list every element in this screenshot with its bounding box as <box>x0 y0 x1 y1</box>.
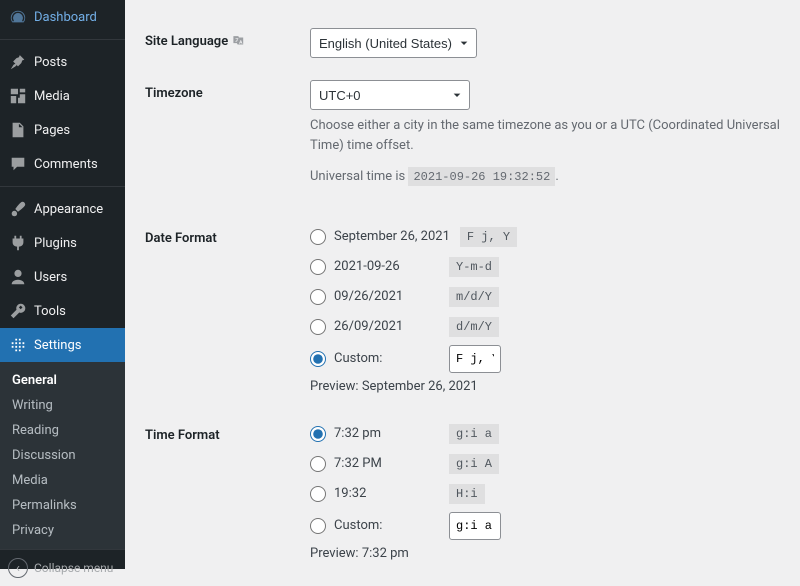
label-site-language: Site Language <box>145 28 310 58</box>
universal-time-value: 2021-09-26 19:32:52 <box>408 167 555 186</box>
universal-time-line: Universal time is 2021-09-26 19:32:52. <box>310 167 780 187</box>
date-option-display: 2021-09-26 <box>334 259 439 274</box>
row-date-format: Date Format September 26, 2021 F j, Y 20… <box>145 225 780 400</box>
date-option-row: 09/26/2021 m/d/Y <box>310 285 780 309</box>
row-site-language: Site Language English (United States) <box>145 28 780 58</box>
date-option-radio[interactable] <box>310 229 326 245</box>
date-option-display: 26/09/2021 <box>334 319 439 334</box>
submenu-item-privacy[interactable]: Privacy <box>0 518 125 543</box>
sidebar-label: Dashboard <box>34 10 117 25</box>
sidebar-label: Posts <box>34 55 117 70</box>
sidebar-item-plugins[interactable]: Plugins <box>0 226 125 260</box>
date-option-radio[interactable] <box>310 319 326 335</box>
date-option-row: 2021-09-26 Y-m-d <box>310 255 780 279</box>
time-custom-input[interactable] <box>449 512 501 540</box>
users-icon <box>8 267 28 287</box>
date-preview: Preview: September 26, 2021 <box>310 379 780 394</box>
time-option-row: 7:32 PM g:i A <box>310 452 780 476</box>
brush-icon <box>8 199 28 219</box>
comments-icon <box>8 154 28 174</box>
time-option-radio[interactable] <box>310 426 326 442</box>
date-option-code: Y-m-d <box>449 257 499 277</box>
date-option-display: September 26, 2021 <box>334 229 450 244</box>
page-icon <box>8 120 28 140</box>
sidebar-item-appearance[interactable]: Appearance <box>0 192 125 226</box>
sidebar-label: Media <box>34 89 117 104</box>
label-date-format: Date Format <box>145 225 310 400</box>
sidebar-item-tools[interactable]: Tools <box>0 294 125 328</box>
time-option-radio[interactable] <box>310 486 326 502</box>
timezone-description: Choose either a city in the same timezon… <box>310 116 780 155</box>
settings-content: Site Language English (United States) Ti… <box>125 0 800 569</box>
time-custom-label: Custom: <box>334 518 439 533</box>
time-option-display: 7:32 pm <box>334 426 439 441</box>
row-timezone: Timezone UTC+0 Choose either a city in t… <box>145 80 780 199</box>
collapse-label: Collapse menu <box>34 561 113 575</box>
sidebar-item-media[interactable]: Media <box>0 79 125 113</box>
timezone-select[interactable]: UTC+0 <box>310 80 470 110</box>
date-option-display: 09/26/2021 <box>334 289 439 304</box>
label-timezone: Timezone <box>145 80 310 199</box>
time-option-code: H:i <box>449 484 485 504</box>
date-custom-input[interactable] <box>449 345 501 373</box>
date-option-code: F j, Y <box>460 227 517 247</box>
sidebar-label: Comments <box>34 157 117 172</box>
sidebar-item-dashboard[interactable]: Dashboard <box>0 0 125 34</box>
time-option-row: 19:32 H:i <box>310 482 780 506</box>
time-option-row: 7:32 pm g:i a <box>310 422 780 446</box>
menu-separator <box>0 186 125 187</box>
submenu-item-general[interactable]: General <box>0 368 125 393</box>
time-option-display: 19:32 <box>334 486 439 501</box>
date-option-code: m/d/Y <box>449 287 499 307</box>
sidebar-label: Appearance <box>34 202 117 217</box>
sidebar-label: Plugins <box>34 236 117 251</box>
plugin-icon <box>8 233 28 253</box>
date-option-radio[interactable] <box>310 289 326 305</box>
sidebar-label: Tools <box>34 304 117 319</box>
time-preview: Preview: 7:32 pm <box>310 546 780 561</box>
dashboard-icon <box>8 7 28 27</box>
submenu-item-reading[interactable]: Reading <box>0 418 125 443</box>
row-time-format: Time Format 7:32 pm g:i a 7:32 PM g:i A … <box>145 422 780 570</box>
pin-icon <box>8 52 28 72</box>
date-option-code: d/m/Y <box>449 317 499 337</box>
sidebar-label: Settings <box>34 338 117 353</box>
time-custom-radio[interactable] <box>310 518 326 534</box>
translate-icon <box>232 34 246 52</box>
menu-separator <box>0 39 125 40</box>
date-custom-radio[interactable] <box>310 351 326 367</box>
label-time-format: Time Format <box>145 422 310 570</box>
sidebar-item-users[interactable]: Users <box>0 260 125 294</box>
settings-icon <box>8 335 28 355</box>
sidebar-item-settings[interactable]: Settings <box>0 328 125 362</box>
date-custom-label: Custom: <box>334 351 439 366</box>
submenu-item-discussion[interactable]: Discussion <box>0 443 125 468</box>
time-option-radio[interactable] <box>310 456 326 472</box>
tools-icon <box>8 301 28 321</box>
media-icon <box>8 86 28 106</box>
date-option-radio[interactable] <box>310 259 326 275</box>
submenu-item-writing[interactable]: Writing <box>0 393 125 418</box>
collapse-menu-button[interactable]: ‹ Collapse menu <box>0 549 125 586</box>
time-option-display: 7:32 PM <box>334 456 439 471</box>
site-language-select[interactable]: English (United States) <box>310 28 477 58</box>
date-custom-row: Custom: <box>310 345 780 373</box>
settings-submenu: General Writing Reading Discussion Media… <box>0 362 125 549</box>
date-option-row: 26/09/2021 d/m/Y <box>310 315 780 339</box>
sidebar-label: Pages <box>34 123 117 138</box>
submenu-item-permalinks[interactable]: Permalinks <box>0 493 125 518</box>
date-option-row: September 26, 2021 F j, Y <box>310 225 780 249</box>
sidebar-item-posts[interactable]: Posts <box>0 45 125 79</box>
time-option-code: g:i A <box>449 454 499 474</box>
collapse-icon: ‹ <box>8 558 28 578</box>
sidebar-item-comments[interactable]: Comments <box>0 147 125 181</box>
sidebar-label: Users <box>34 270 117 285</box>
time-option-code: g:i a <box>449 424 499 444</box>
time-custom-row: Custom: <box>310 512 780 540</box>
submenu-item-media[interactable]: Media <box>0 468 125 493</box>
sidebar-item-pages[interactable]: Pages <box>0 113 125 147</box>
admin-sidebar: Dashboard Posts Media Pages Comments App… <box>0 0 125 569</box>
